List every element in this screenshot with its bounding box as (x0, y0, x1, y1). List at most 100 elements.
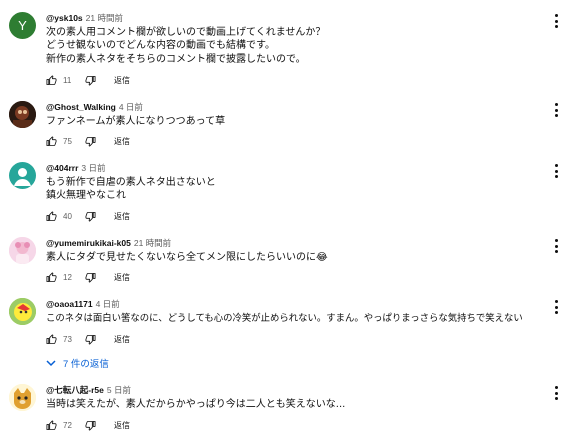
avatar-image (9, 298, 36, 325)
reply-button[interactable]: 返信 (114, 211, 130, 222)
comment-author[interactable]: @Ghost_Walking (46, 102, 116, 112)
like-button[interactable] (46, 334, 57, 345)
reply-button[interactable]: 返信 (114, 75, 130, 86)
avatar[interactable] (9, 237, 36, 264)
comment-text-line: もう新作で自虐の素人ネタ出さないと (46, 177, 216, 188)
thumb-up-icon (46, 75, 57, 86)
comment-actions: 72 返信 (46, 420, 130, 431)
comment-body: @Ghost_Walking 4 日前 ファンネームが素人になりつつあって草 75… (46, 101, 546, 147)
dislike-button[interactable] (85, 136, 96, 147)
more-vert-icon[interactable] (552, 164, 560, 178)
comment-body: @404rrr 3 日前 もう新作で自虐の素人ネタ出さないと 鎮火無理やなこれ 4… (46, 162, 546, 222)
comment-body: @yumemirukikai-k05 21 時間前 素人にタダで見せたくないなら全… (46, 237, 546, 283)
avatar-image (9, 237, 36, 264)
comment-author[interactable]: @404rrr (46, 163, 78, 173)
comment-header: @ysk10s 21 時間前 (46, 12, 546, 24)
dislike-button[interactable] (85, 334, 96, 345)
chevron-down-icon (46, 360, 56, 367)
like-count: 11 (63, 76, 72, 85)
comment-text-line: 新作の素人ネタをそちらのコメント欄で披露したいので。 (46, 53, 306, 65)
more-vert-icon[interactable] (552, 386, 560, 400)
comment-actions: 11 返信 (46, 75, 130, 86)
comment-text-line: 当時は笑えたが、素人だからかやっぱり今は二人とも笑えないな... (46, 399, 346, 410)
reply-button[interactable]: 返信 (114, 272, 130, 283)
reply-button[interactable]: 返信 (114, 334, 130, 345)
thumb-up-icon (46, 420, 57, 431)
thumb-up-icon (46, 211, 57, 222)
comment-author[interactable]: @yumemirukikai-k05 (46, 238, 131, 248)
like-count: 40 (63, 212, 72, 221)
comment-text: 次の素人用コメント欄が欲しいので動画上げてくれませんか？ どうせ観ないのでどんな… (46, 26, 546, 66)
like-button[interactable] (46, 136, 57, 147)
comment-text-line: ファンネームが素人になりつつあって草 (46, 116, 226, 127)
avatar-image (9, 384, 36, 411)
avatar[interactable] (9, 162, 36, 189)
reply-button[interactable]: 返信 (114, 136, 130, 147)
dislike-button[interactable] (85, 420, 96, 431)
more-vert-icon[interactable] (552, 14, 560, 28)
comment-actions: 73 返信 (46, 334, 130, 345)
view-replies-button[interactable]: 7 件の返信 (46, 356, 109, 370)
thumb-down-icon (85, 420, 96, 431)
view-replies-label: 7 件の返信 (63, 359, 109, 370)
comment-header: @yumemirukikai-k05 21 時間前 (46, 237, 546, 249)
comment-time[interactable]: 21 時間前 (86, 13, 123, 23)
comment-time[interactable]: 21 時間前 (134, 238, 171, 248)
comment-body: @ysk10s 21 時間前 次の素人用コメント欄が欲しいので動画上げてくれません… (46, 12, 546, 86)
thumb-up-icon (46, 272, 57, 283)
comment-header: @Ghost_Walking 4 日前 (46, 101, 546, 113)
comment-body: @oaoa1171 4 日前 このネタは面白い筈なのに、どうしても心の冷笑が止めら… (46, 298, 546, 370)
more-vert-icon[interactable] (552, 300, 560, 314)
thumb-down-icon (85, 75, 96, 86)
thumb-down-icon (85, 334, 96, 345)
thumb-up-icon (46, 334, 57, 345)
like-count: 12 (63, 273, 72, 282)
comment-actions: 75 返信 (46, 136, 130, 147)
comment-text: もう新作で自虐の素人ネタ出さないと 鎮火無理やなこれ (46, 176, 546, 203)
like-button[interactable] (46, 211, 57, 222)
thumb-down-icon (85, 136, 96, 147)
thumb-down-icon (85, 211, 96, 222)
avatar[interactable] (9, 298, 36, 325)
default-avatar-icon (14, 168, 31, 186)
comment-time[interactable]: 4 日前 (119, 102, 143, 112)
comment-text-line: 次の素人用コメント欄が欲しいので動画上げてくれませんか？ (46, 27, 326, 38)
comment-time[interactable]: 4 日前 (96, 299, 120, 309)
avatar-letter: Y (18, 18, 27, 33)
comment-text-line: このネタは面白い筈なのに、どうしても心の冷笑が止められない。すまん。やっぱりまっ… (46, 313, 523, 324)
dislike-button[interactable] (85, 272, 96, 283)
comment-header: @404rrr 3 日前 (46, 162, 546, 174)
comment-text: 当時は笑えたが、素人だからかやっぱり今は二人とも笑えないな... (46, 398, 546, 411)
more-vert-icon[interactable] (552, 239, 560, 253)
comment-text: ファンネームが素人になりつつあって草 (46, 115, 546, 128)
comment-header: @七転八起-r5e 5 日前 (46, 384, 546, 396)
comment-text-line: 鎮火無理やなこれ (46, 190, 126, 202)
comment-body: @七転八起-r5e 5 日前 当時は笑えたが、素人だからかやっぱり今は二人とも笑え… (46, 384, 546, 431)
comment-text: 素人にタダで見せたくないなら全てメン限にしたらいいのに😂 (46, 251, 546, 264)
comment-text-line: 素人にタダで見せたくないなら全てメン限にしたらいいのに😂 (46, 252, 328, 263)
like-count: 72 (63, 421, 72, 430)
avatar[interactable] (9, 384, 36, 411)
dislike-button[interactable] (85, 211, 96, 222)
like-button[interactable] (46, 420, 57, 431)
like-count: 75 (63, 137, 72, 146)
comment-actions: 40 返信 (46, 211, 130, 222)
reply-button[interactable]: 返信 (114, 420, 130, 431)
comment-actions: 12 返信 (46, 272, 130, 283)
thumb-down-icon (85, 272, 96, 283)
like-button[interactable] (46, 272, 57, 283)
avatar[interactable]: Y (9, 12, 36, 39)
dislike-button[interactable] (85, 75, 96, 86)
comment-header: @oaoa1171 4 日前 (46, 298, 546, 310)
comment-time[interactable]: 5 日前 (107, 385, 131, 395)
comment-author[interactable]: @七転八起-r5e (46, 385, 104, 395)
comment-author[interactable]: @oaoa1171 (46, 299, 93, 309)
comment-time[interactable]: 3 日前 (81, 163, 105, 173)
like-count: 73 (63, 335, 72, 344)
comment-text: このネタは面白い筈なのに、どうしても心の冷笑が止められない。すまん。やっぱりまっ… (46, 312, 546, 325)
avatar[interactable] (9, 101, 36, 128)
more-vert-icon[interactable] (552, 103, 560, 117)
thumb-up-icon (46, 136, 57, 147)
like-button[interactable] (46, 75, 57, 86)
comment-author[interactable]: @ysk10s (46, 13, 83, 23)
